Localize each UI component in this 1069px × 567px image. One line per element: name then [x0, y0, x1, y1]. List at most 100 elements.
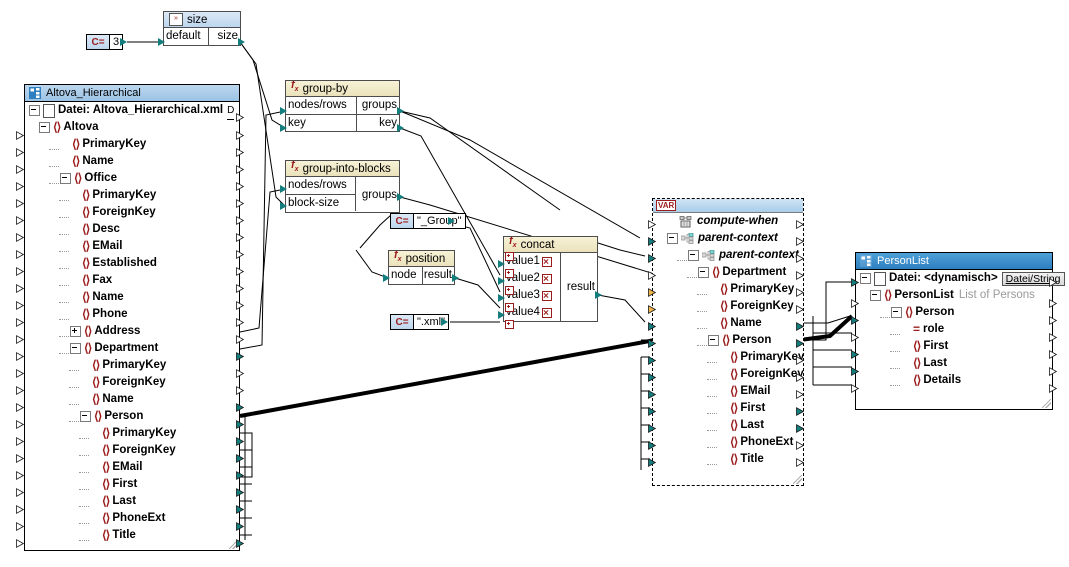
empty-port-triangle[interactable] — [16, 318, 24, 327]
empty-port-triangle[interactable] — [16, 233, 24, 242]
remove-input-icon[interactable] — [541, 273, 552, 284]
tree-node[interactable]: ⟨⟩ Phone — [25, 306, 239, 323]
remove-input-icon[interactable] — [541, 290, 552, 301]
tree-node[interactable]: ⟨⟩ Last — [653, 417, 803, 434]
output-connector-triangle[interactable] — [595, 291, 602, 299]
add-input-icon[interactable] — [505, 252, 514, 261]
empty-port-triangle[interactable] — [16, 522, 24, 531]
tree-node[interactable]: ⟨⟩ Person — [856, 304, 1052, 321]
empty-port-triangle[interactable] — [236, 148, 244, 157]
tree-node[interactable]: ⟨⟩ Name — [25, 391, 239, 408]
empty-port-triangle[interactable] — [16, 454, 24, 463]
empty-port-triangle[interactable] — [236, 369, 244, 378]
empty-port-triangle[interactable] — [236, 335, 244, 344]
empty-port-triangle[interactable] — [236, 267, 244, 276]
empty-port-triangle[interactable] — [16, 505, 24, 514]
connected-port-triangle[interactable] — [236, 488, 244, 497]
empty-port-triangle[interactable] — [16, 335, 24, 344]
connected-port-triangle[interactable] — [648, 356, 656, 365]
connected-port-triangle[interactable] — [236, 522, 244, 531]
source-file-row[interactable]: Datei: Altova_Hierarchical.xml D — [25, 102, 239, 120]
connected-port-triangle[interactable] — [796, 407, 804, 416]
tree-node[interactable]: ⟨⟩ Name — [25, 289, 239, 306]
collapse-toggle-icon[interactable] — [80, 411, 91, 422]
output-connector-triangle[interactable] — [452, 274, 459, 282]
empty-port-triangle[interactable] — [648, 271, 656, 280]
input-connector-triangle[interactable] — [498, 260, 505, 268]
empty-port-triangle[interactable] — [16, 250, 24, 259]
tree-node[interactable]: ⟨⟩ Established — [25, 255, 239, 272]
collapse-toggle-icon[interactable] — [860, 273, 871, 284]
empty-port-triangle[interactable] — [236, 131, 244, 140]
tree-node[interactable]: ⟨⟩ Title — [653, 451, 803, 468]
collapse-toggle-icon[interactable] — [29, 105, 40, 116]
component-function-concat[interactable]: fx concat value1 value2 value3 value4 re… — [503, 236, 598, 322]
tree-node[interactable]: ⟨⟩ PhoneExt — [653, 434, 803, 451]
connected-port-triangle[interactable] — [648, 322, 656, 331]
component-function-group-into-blocks[interactable]: fx group-into-blocks nodes/rows block-si… — [285, 160, 400, 213]
empty-port-triangle[interactable] — [236, 182, 244, 191]
connected-port-triangle[interactable] — [236, 437, 244, 446]
empty-port-triangle[interactable] — [16, 199, 24, 208]
empty-port-triangle[interactable] — [16, 369, 24, 378]
empty-port-triangle[interactable] — [236, 233, 244, 242]
tree-node[interactable]: ⟨⟩ Department — [25, 340, 239, 357]
tree-node[interactable]: ⟨⟩ Last — [856, 355, 1052, 372]
tree-node[interactable]: ⟨⟩ Title — [25, 527, 239, 544]
connected-port-triangle[interactable] — [851, 278, 859, 287]
empty-port-triangle[interactable] — [1049, 333, 1057, 342]
empty-port-triangle[interactable] — [16, 352, 24, 361]
tree-node[interactable]: ⟨⟩ EMail — [25, 238, 239, 255]
empty-port-triangle[interactable] — [796, 237, 804, 246]
input-connector-triangle[interactable] — [280, 107, 287, 115]
tree-node[interactable]: compute-when — [653, 213, 803, 230]
tree-node[interactable]: parent-context — [653, 230, 803, 247]
tree-node[interactable]: ⟨⟩ PersonList List of Persons — [856, 287, 1052, 304]
function-input-nodes-rows[interactable]: nodes/rows — [286, 177, 355, 194]
connected-port-triangle[interactable] — [648, 390, 656, 399]
tree-node[interactable]: ⟨⟩ EMail — [25, 459, 239, 476]
component-function-position[interactable]: fx position node result — [388, 250, 455, 285]
component-variable[interactable]: VAR compute-when parent-context parent-con… — [652, 198, 804, 486]
input-connector-triangle[interactable] — [383, 274, 390, 282]
tree-node[interactable]: = role — [856, 321, 1052, 338]
empty-port-triangle[interactable] — [16, 488, 24, 497]
tree-node[interactable]: ⟨⟩ Desc — [25, 221, 239, 238]
component-target-personlist[interactable]: PersonList Datei: <dynamisch> Datei/Stri… — [855, 252, 1065, 410]
connected-port-triangle[interactable] — [796, 339, 804, 348]
input-connector-triangle[interactable] — [280, 185, 287, 193]
empty-port-triangle[interactable] — [236, 199, 244, 208]
connected-port-triangle[interactable] — [648, 305, 656, 314]
add-input-icon[interactable] — [505, 269, 514, 278]
empty-port-triangle[interactable] — [16, 216, 24, 225]
tree-node[interactable]: ⟨⟩ PrimaryKey — [653, 281, 803, 298]
tree-node[interactable]: ⟨⟩ Department — [653, 264, 803, 281]
input-connector-triangle[interactable] — [498, 277, 505, 285]
tree-node[interactable]: ⟨⟩ Name — [25, 153, 239, 170]
empty-port-triangle[interactable] — [796, 288, 804, 297]
empty-port-triangle[interactable] — [236, 216, 244, 225]
input-connector-triangle[interactable] — [280, 124, 287, 132]
collapse-toggle-icon[interactable] — [708, 335, 719, 346]
resize-handle[interactable] — [793, 475, 802, 484]
empty-port-triangle[interactable] — [851, 384, 859, 393]
empty-port-triangle[interactable] — [1049, 278, 1057, 287]
param-input-default[interactable]: default — [164, 28, 209, 45]
function-output-groups[interactable]: groups — [356, 97, 399, 114]
tree-node[interactable]: ⟨⟩ First — [25, 476, 239, 493]
function-input-node[interactable]: node — [389, 267, 422, 284]
empty-port-triangle[interactable] — [1049, 384, 1057, 393]
empty-port-triangle[interactable] — [16, 182, 24, 191]
collapse-toggle-icon[interactable] — [698, 267, 709, 278]
connected-port-triangle[interactable] — [648, 373, 656, 382]
resize-handle[interactable] — [1042, 399, 1051, 408]
empty-port-triangle[interactable] — [796, 356, 804, 365]
tree-node[interactable]: ⟨⟩ Office — [25, 170, 239, 187]
empty-port-triangle[interactable] — [16, 471, 24, 480]
tree-node[interactable]: ⟨⟩ PhoneExt — [25, 510, 239, 527]
remove-input-icon[interactable] — [541, 256, 552, 267]
source-file-button[interactable]: D — [227, 102, 235, 120]
tree-node[interactable]: ⟨⟩ Fax — [25, 272, 239, 289]
connected-port-triangle[interactable] — [648, 339, 656, 348]
function-input-block-size[interactable]: block-size — [286, 195, 355, 211]
